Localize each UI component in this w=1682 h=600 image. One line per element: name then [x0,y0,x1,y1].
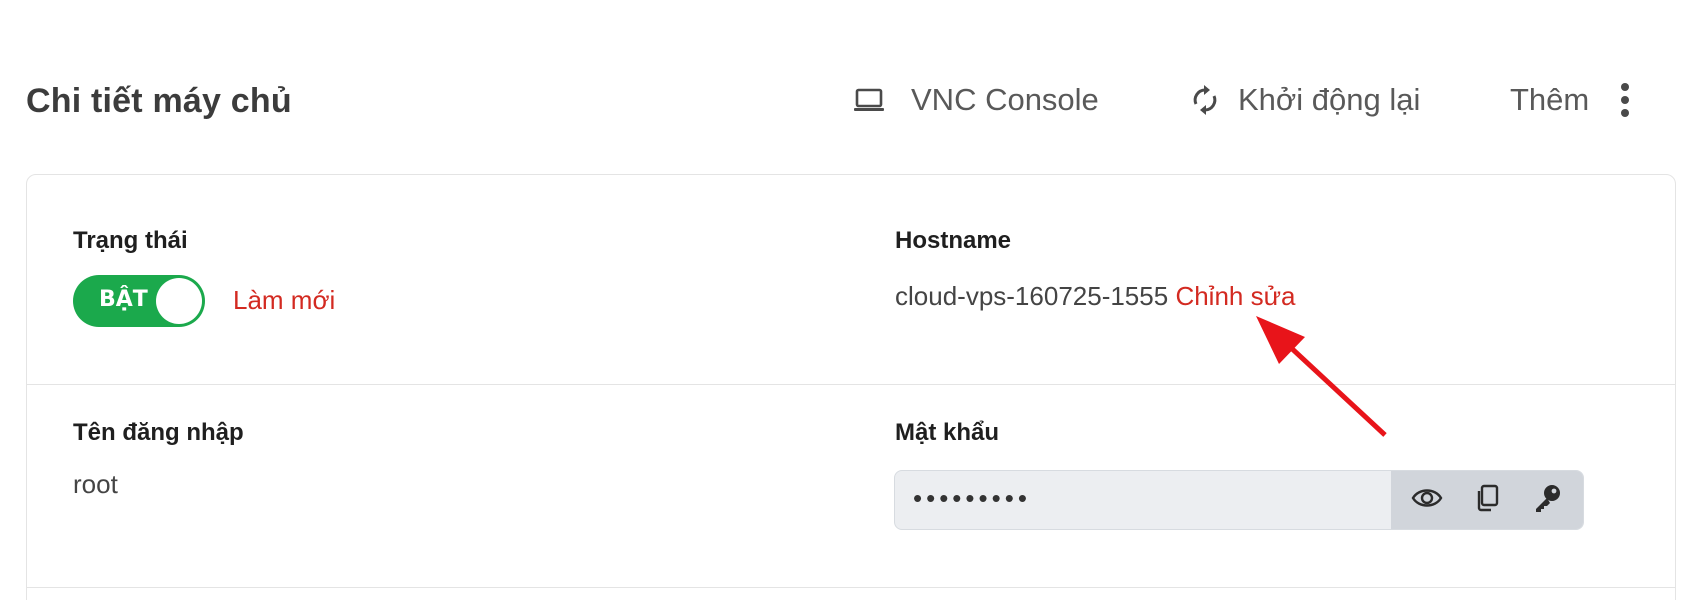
section-divider [27,384,1675,385]
section-divider-bottom [27,587,1675,588]
key-icon [1533,484,1561,517]
status-label: Trạng thái [73,227,188,254]
more-label: Thêm [1510,82,1590,117]
username-value: root [73,469,118,499]
password-label: Mật khẩu [895,419,1000,446]
reset-password-button[interactable] [1527,480,1567,520]
restart-button[interactable]: Khởi động lại [1192,80,1420,120]
hostname-row: cloud-vps-160725-1555 Chỉnh sửa [895,281,1295,312]
password-masked-value: ••••••••• [913,483,1031,513]
password-actions [1391,471,1583,529]
toggle-knob [156,278,202,324]
hostname-value: cloud-vps-160725-1555 [895,281,1169,311]
refresh-icon [1192,85,1218,115]
restart-label: Khởi động lại [1238,82,1421,117]
vnc-console-label: VNC Console [911,82,1099,117]
laptop-icon [853,88,885,112]
more-button[interactable]: Thêm [1510,80,1631,120]
hostname-label: Hostname [895,227,1012,254]
vnc-console-button[interactable]: VNC Console [853,80,1099,120]
copy-password-button[interactable] [1467,480,1507,520]
power-toggle[interactable]: BẬT [73,275,205,327]
edit-hostname-link[interactable]: Chỉnh sửa [1175,281,1295,311]
power-toggle-text: BẬT [99,287,148,312]
username-label: Tên đăng nhập [73,419,244,446]
server-details-card: Trạng thái BẬT Làm mới Hostname cloud-vp… [26,174,1676,600]
show-password-button[interactable] [1407,480,1447,520]
password-field[interactable]: ••••••••• [894,470,1584,530]
header-actions: VNC Console Khởi động lại Thêm [0,80,1682,120]
eye-icon [1411,487,1443,514]
kebab-menu-icon [1619,83,1631,117]
refresh-status-link[interactable]: Làm mới [233,285,335,316]
copy-icon [1475,484,1499,517]
